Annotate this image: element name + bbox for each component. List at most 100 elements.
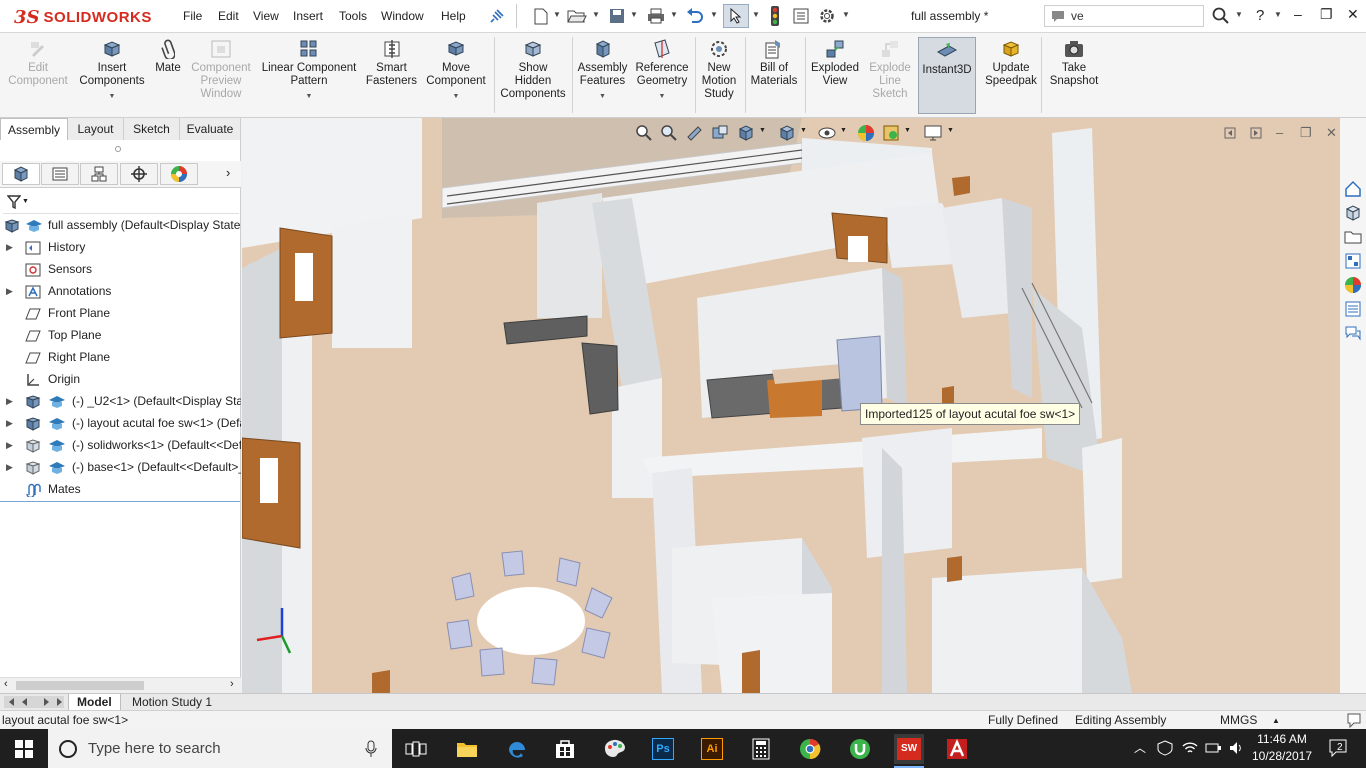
paint-app-icon[interactable] [600,734,630,764]
illustrator-icon[interactable]: Ai [697,734,727,764]
show-hidden-components-button[interactable]: Show Hidden Components [497,39,569,101]
panel-splitter-handle[interactable] [115,146,121,152]
tab-motion-study-1[interactable]: Motion Study 1 [124,694,220,711]
chevron-down-icon[interactable]: ▼ [630,10,638,19]
expand-arrow-icon[interactable]: ▶ [6,434,13,456]
action-center-icon[interactable]: 2 [1328,738,1350,758]
apply-scene-icon[interactable] [882,124,900,142]
tree-item-history[interactable]: ▶ History [0,236,241,258]
solidworks-taskbar-icon[interactable]: SW [894,734,924,764]
tree-item-sensors[interactable]: Sensors [0,258,241,280]
menu-help[interactable]: Help [441,9,466,23]
restore-button[interactable]: ❐ [1320,6,1333,23]
file-explorer-icon[interactable] [452,734,482,764]
utorrent-icon[interactable] [845,734,875,764]
feature-manager-tree-icon[interactable] [2,163,40,185]
custom-properties-icon[interactable] [1342,298,1364,320]
view-settings-monitor-icon[interactable] [923,124,943,142]
print-icon[interactable] [645,6,667,26]
select-button[interactable] [723,4,749,28]
chevron-up-icon[interactable]: ▲ [1272,716,1280,725]
store-icon[interactable] [550,734,580,764]
microphone-icon[interactable] [365,740,377,758]
move-component-button[interactable]: Move Component ▼ [423,39,489,103]
filter-icon[interactable] [7,195,21,209]
explode-line-sketch-button[interactable]: Explode Line Sketch [864,39,916,101]
chevron-left-icon[interactable]: ‹ [4,678,8,690]
tree-item-right-plane[interactable]: Right Plane [0,346,241,368]
assembly-3d-scene[interactable] [242,118,1339,693]
tree-item-u2-component[interactable]: ▶ (-) _U2<1> (Default<Display State-1>) [0,390,241,412]
tab-layout[interactable]: Layout [68,118,124,140]
chevron-down-icon[interactable]: ▼ [553,10,561,19]
hide-show-items-icon[interactable] [817,124,837,142]
photoshop-icon[interactable]: Ps [648,734,678,764]
menu-tools[interactable]: Tools [339,9,367,23]
wifi-icon[interactable] [1182,741,1198,755]
component-preview-window-button[interactable]: Component Preview Window [187,39,255,101]
search-commands-input[interactable]: ve [1044,5,1204,27]
save-icon[interactable] [606,6,628,26]
configuration-manager-icon[interactable] [80,163,118,185]
graphics-area[interactable] [242,118,1339,693]
design-library-icon[interactable] [1342,202,1364,224]
viewport-close-button[interactable]: ✕ [1326,125,1337,141]
tab-evaluate[interactable]: Evaluate [180,118,241,140]
take-snapshot-button[interactable]: Take Snapshot [1045,39,1103,88]
rebuild-traffic-light-icon[interactable] [764,6,786,26]
options-gear-icon[interactable] [816,6,838,26]
mate-button[interactable]: Mate [151,39,185,75]
expand-arrow-icon[interactable]: ▶ [6,456,13,478]
tooltip-balloon-icon[interactable] [1346,713,1362,728]
help-button[interactable]: ? [1256,7,1264,24]
tab-sketch[interactable]: Sketch [124,118,180,140]
unit-system-selector[interactable]: MMGS [1220,713,1257,727]
chevron-down-icon[interactable]: ▼ [947,127,954,134]
edit-component-button[interactable]: Edit Component [3,39,73,88]
show-hidden-icons-chevron-up-icon[interactable]: ︿ [1134,739,1146,756]
edge-browser-icon[interactable] [502,734,532,764]
update-speedpak-button[interactable]: Update Speedpak [983,39,1039,88]
tree-item-top-plane[interactable]: Top Plane [0,324,241,346]
view-palette-icon[interactable] [1342,250,1364,272]
new-document-icon[interactable] [530,6,552,26]
chevron-down-icon[interactable]: ▼ [670,10,678,19]
new-motion-study-button[interactable]: New Motion Study [698,39,740,101]
chevron-down-icon[interactable]: ▼ [752,10,760,19]
zoom-to-fit-icon[interactable] [635,124,653,142]
tree-item-front-plane[interactable]: Front Plane [0,302,241,324]
chevron-down-icon[interactable]: ▼ [76,90,148,103]
chevron-down-icon[interactable]: ▼ [710,10,718,19]
minimize-button[interactable]: – [1294,6,1302,22]
viewport-next-icon[interactable] [1250,127,1262,139]
tab-scroll-arrows-icon[interactable] [4,696,64,708]
windows-start-icon[interactable] [9,734,39,764]
edit-appearance-icon[interactable] [857,124,875,142]
instant3d-button[interactable]: Instant3D [918,37,976,114]
chevron-down-icon[interactable]: ▼ [632,90,692,103]
volume-speaker-icon[interactable] [1229,741,1243,755]
display-manager-icon[interactable] [160,163,198,185]
chrome-browser-icon[interactable] [795,734,825,764]
menu-view[interactable]: View [253,9,279,23]
tree-item-solidworks-component[interactable]: ▶ (-) solidworks<1> (Default<<Default>_D… [0,434,241,456]
open-folder-icon[interactable] [566,6,588,26]
expand-arrow-icon[interactable]: ▶ [6,236,13,258]
menu-file[interactable]: File [183,9,202,23]
chevron-down-icon[interactable]: ▼ [22,198,29,205]
taskbar-search-input[interactable]: Type here to search [48,729,392,768]
network-shield-icon[interactable] [1156,740,1174,756]
tree-root-full-assembly[interactable]: full assembly (Default<Display State-1>) [0,214,241,236]
expand-arrow-icon[interactable]: ▶ [6,412,13,434]
chevron-down-icon[interactable]: ▼ [1235,10,1243,19]
search-icon[interactable] [1210,6,1232,26]
undo-icon[interactable] [684,6,706,26]
scrollbar-thumb[interactable] [16,681,144,690]
chevron-right-icon[interactable]: › [226,165,230,180]
tree-item-origin[interactable]: Origin [0,368,241,390]
tree-item-layout-component[interactable]: ▶ (-) layout acutal foe sw<1> (Default<D… [0,412,241,434]
tree-item-annotations[interactable]: ▶ Annotations [0,280,241,302]
chevron-down-icon[interactable]: ▼ [759,127,766,134]
autocad-icon[interactable] [942,734,972,764]
viewport-restore-button[interactable]: ❐ [1300,125,1312,141]
